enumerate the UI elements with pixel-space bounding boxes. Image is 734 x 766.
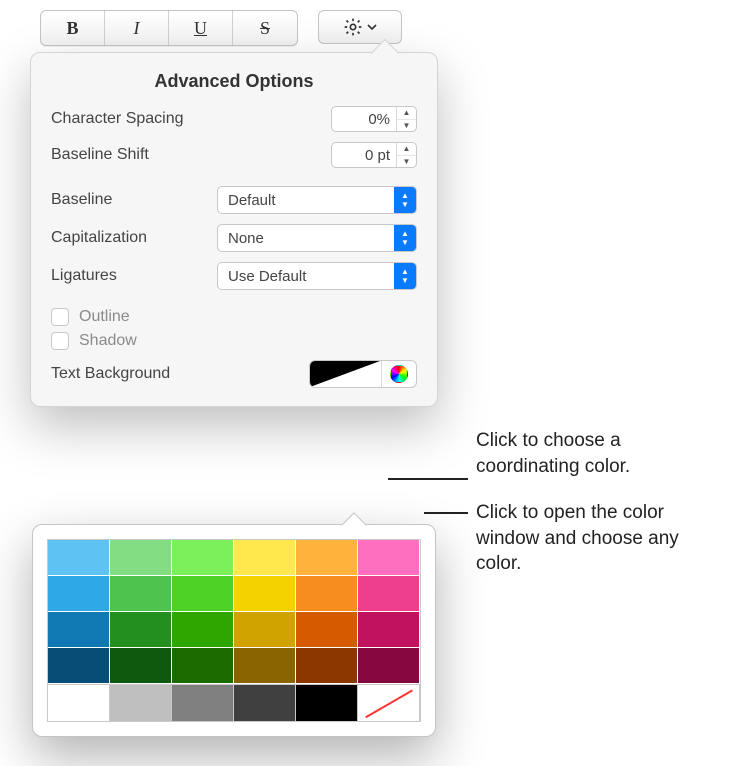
- color-swatch[interactable]: [234, 648, 296, 684]
- baseline-select[interactable]: Default ▲▼: [217, 186, 417, 214]
- text-background-row: Text Background: [51, 360, 417, 388]
- ligatures-row: Ligatures Use Default ▲▼: [51, 262, 417, 290]
- color-swatch[interactable]: [234, 540, 296, 576]
- select-arrows-icon: ▲▼: [394, 225, 416, 251]
- callout-leader: [388, 478, 468, 480]
- stepper-buttons[interactable]: ▲▼: [396, 143, 416, 167]
- color-swatch[interactable]: [110, 576, 172, 612]
- capitalization-value: None: [228, 230, 264, 247]
- color-swatch[interactable]: [48, 612, 110, 648]
- text-background-color-wheel-button[interactable]: [382, 361, 416, 387]
- color-swatch[interactable]: [172, 540, 234, 576]
- ligatures-label: Ligatures: [51, 267, 217, 285]
- color-swatch[interactable]: [358, 612, 420, 648]
- outline-row: Outline: [51, 308, 417, 326]
- color-swatch-none[interactable]: [358, 685, 420, 721]
- callout-leader: [424, 512, 468, 514]
- capitalization-row: Capitalization None ▲▼: [51, 224, 417, 252]
- baseline-shift-label: Baseline Shift: [51, 146, 331, 164]
- color-swatch-popover: [32, 524, 436, 737]
- select-arrows-icon: ▲▼: [394, 187, 416, 213]
- color-swatch[interactable]: [110, 648, 172, 684]
- advanced-options-button[interactable]: [318, 10, 402, 44]
- color-swatch[interactable]: [172, 576, 234, 612]
- color-swatch[interactable]: [296, 685, 358, 721]
- baseline-shift-row: Baseline Shift 0 pt ▲▼: [51, 142, 417, 168]
- color-swatch-grayscale-row: [47, 684, 421, 722]
- color-swatch[interactable]: [172, 648, 234, 684]
- color-swatch[interactable]: [234, 685, 296, 721]
- color-swatch[interactable]: [358, 648, 420, 684]
- ligatures-select[interactable]: Use Default ▲▼: [217, 262, 417, 290]
- color-wheel-icon: [390, 365, 408, 383]
- style-segment: B I U S: [40, 10, 298, 46]
- color-swatch[interactable]: [48, 685, 110, 721]
- shadow-row: Shadow: [51, 332, 417, 350]
- strikethrough-button[interactable]: S: [233, 11, 297, 45]
- color-swatch[interactable]: [110, 612, 172, 648]
- color-swatch[interactable]: [110, 685, 172, 721]
- select-arrows-icon: ▲▼: [394, 263, 416, 289]
- color-swatch[interactable]: [296, 612, 358, 648]
- character-spacing-stepper[interactable]: 0% ▲▼: [331, 106, 417, 132]
- color-swatch-grid: [47, 539, 421, 685]
- color-swatch[interactable]: [172, 685, 234, 721]
- capitalization-label: Capitalization: [51, 229, 217, 247]
- underline-icon: U: [194, 18, 207, 39]
- outline-checkbox[interactable]: [51, 308, 69, 326]
- color-swatch[interactable]: [296, 648, 358, 684]
- shadow-label: Shadow: [79, 332, 137, 350]
- underline-button[interactable]: U: [169, 11, 233, 45]
- color-swatch[interactable]: [48, 540, 110, 576]
- text-background-label: Text Background: [51, 365, 170, 383]
- color-swatch[interactable]: [234, 576, 296, 612]
- outline-label: Outline: [79, 308, 130, 326]
- baseline-row: Baseline Default ▲▼: [51, 186, 417, 214]
- color-swatch[interactable]: [172, 612, 234, 648]
- color-swatch[interactable]: [48, 576, 110, 612]
- ligatures-value: Use Default: [228, 268, 306, 285]
- italic-icon: I: [134, 18, 140, 39]
- character-spacing-row: Character Spacing 0% ▲▼: [51, 106, 417, 132]
- bold-button[interactable]: B: [41, 11, 105, 45]
- popover-title: Advanced Options: [51, 71, 417, 92]
- stepper-buttons[interactable]: ▲▼: [396, 107, 416, 131]
- text-format-toolbar: B I U S: [40, 10, 430, 46]
- baseline-shift-stepper[interactable]: 0 pt ▲▼: [331, 142, 417, 168]
- text-background-controls: [309, 360, 417, 388]
- text-background-color-well[interactable]: [310, 361, 382, 387]
- character-spacing-label: Character Spacing: [51, 110, 331, 128]
- callout-color-well: Click to choose a coordinating color.: [476, 428, 726, 479]
- baseline-value: Default: [228, 192, 276, 209]
- baseline-label: Baseline: [51, 191, 217, 209]
- color-swatch[interactable]: [296, 576, 358, 612]
- color-swatch[interactable]: [234, 612, 296, 648]
- strikethrough-icon: S: [260, 18, 270, 39]
- advanced-options-popover: Advanced Options Character Spacing 0% ▲▼…: [30, 52, 438, 407]
- color-swatch[interactable]: [48, 648, 110, 684]
- bold-icon: B: [66, 18, 78, 39]
- popover-arrow: [341, 512, 366, 537]
- color-swatch[interactable]: [358, 540, 420, 576]
- capitalization-select[interactable]: None ▲▼: [217, 224, 417, 252]
- baseline-shift-value: 0 pt: [332, 147, 396, 164]
- shadow-checkbox[interactable]: [51, 332, 69, 350]
- color-swatch[interactable]: [358, 576, 420, 612]
- chevron-down-icon: [367, 22, 377, 32]
- italic-button[interactable]: I: [105, 11, 169, 45]
- callout-color-wheel: Click to open the color window and choos…: [476, 500, 706, 577]
- gear-icon: [343, 17, 363, 37]
- color-swatch[interactable]: [110, 540, 172, 576]
- character-spacing-value: 0%: [332, 111, 396, 128]
- color-swatch[interactable]: [296, 540, 358, 576]
